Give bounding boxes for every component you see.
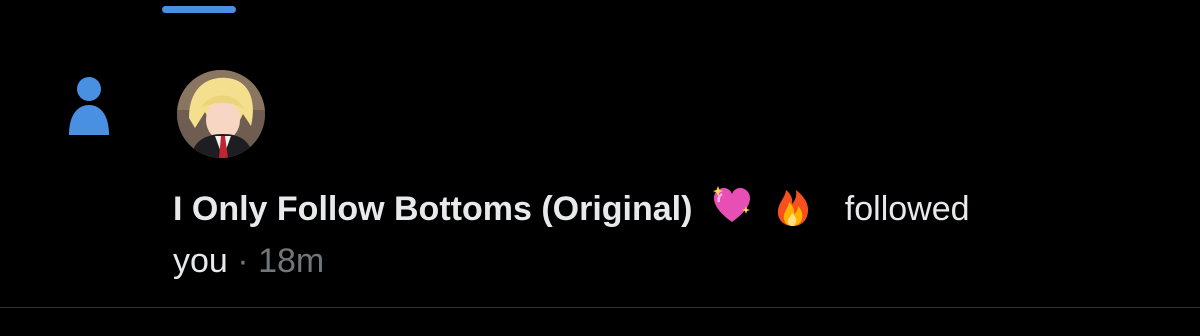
timestamp: 18m bbox=[258, 242, 325, 280]
author-name[interactable]: I Only Follow Bottoms (Original) bbox=[173, 190, 692, 228]
person-icon bbox=[66, 69, 112, 137]
notification-message: I Only Follow Bottoms (Original) followe… bbox=[173, 183, 1133, 287]
divider bbox=[0, 307, 1200, 308]
avatar[interactable] bbox=[177, 70, 265, 158]
action-text: followed bbox=[844, 190, 970, 228]
action-continuation: you bbox=[173, 242, 228, 280]
fire-icon bbox=[771, 184, 815, 228]
meta-separator: · bbox=[237, 242, 249, 280]
notification-item[interactable]: I Only Follow Bottoms (Original) followe… bbox=[0, 12, 1200, 308]
sparkling-heart-icon bbox=[710, 184, 754, 228]
